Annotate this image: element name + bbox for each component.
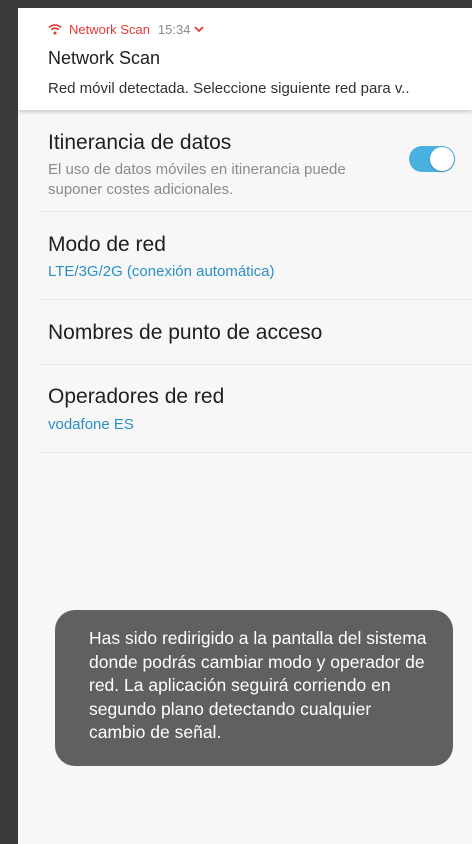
setting-network-mode-value: LTE/3G/2G (conexión automática): [48, 263, 275, 280]
setting-roaming-title: Itinerancia de datos: [48, 131, 232, 154]
notification-time: 15:34: [157, 21, 191, 37]
setting-apn-title: Nombres de punto de acceso: [48, 321, 323, 344]
toggle-knob: [430, 147, 454, 171]
chevron-down-icon[interactable]: [194, 25, 205, 33]
setting-network-mode-title: Modo de red: [48, 233, 166, 256]
screen: Network Scan 15:34 Network Scan Red móvi…: [18, 8, 472, 844]
notification-text: Red móvil detectada. Seleccione siguient…: [48, 80, 410, 97]
device-frame-left: [0, 0, 18, 844]
setting-roaming-description: El uso de datos móviles en itinerancia p…: [48, 161, 346, 198]
wifi-icon: [48, 24, 62, 35]
notification-card[interactable]: Network Scan 15:34 Network Scan Red móvi…: [18, 8, 472, 110]
roaming-toggle[interactable]: [409, 146, 455, 172]
toast-message: Has sido redirigido a la pantalla del si…: [55, 610, 453, 766]
notification-title: Network Scan: [48, 48, 161, 68]
notification-app-name: Network Scan: [69, 21, 150, 37]
setting-operators[interactable]: Operadores de red vodafone ES: [40, 365, 472, 453]
setting-operators-title: Operadores de red: [48, 385, 225, 408]
toast-text: Has sido redirigido a la pantalla del si…: [89, 628, 427, 742]
device-frame-top: [0, 0, 472, 8]
setting-operators-value: vodafone ES: [48, 416, 134, 433]
setting-roaming[interactable]: Itinerancia de datos El uso de datos móv…: [40, 110, 472, 212]
setting-apn[interactable]: Nombres de punto de acceso: [40, 300, 472, 365]
settings-list: Itinerancia de datos El uso de datos móv…: [18, 110, 472, 453]
setting-network-mode[interactable]: Modo de red LTE/3G/2G (conexión automáti…: [40, 212, 472, 300]
notification-header: Network Scan 15:34: [48, 20, 205, 38]
